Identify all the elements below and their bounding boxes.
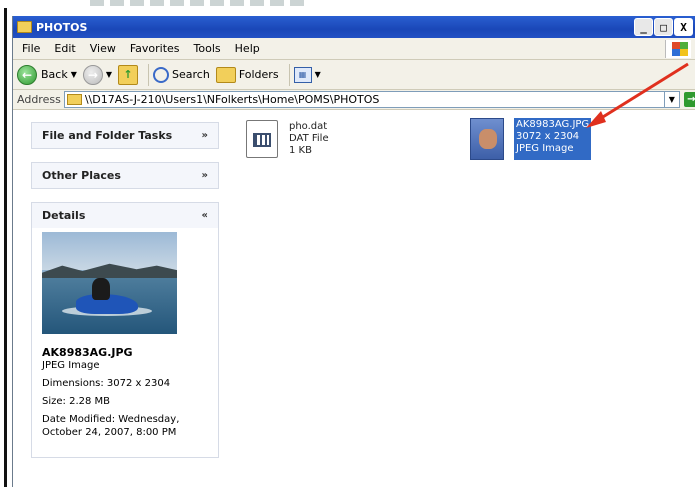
- dat-file-icon: [246, 120, 278, 158]
- details-title: Details: [42, 209, 86, 222]
- file-item[interactable]: pho.dat DAT File 1 KB: [246, 120, 331, 158]
- file-size: 1 KB: [289, 145, 312, 156]
- title-bar[interactable]: PHOTOS _ □ X: [13, 16, 695, 38]
- window-title: PHOTOS: [36, 20, 88, 34]
- jpeg-thumbnail-icon: [470, 118, 504, 160]
- chevron-down-icon: ▼: [70, 70, 77, 79]
- file-name: AK8983AG.JPG: [516, 119, 590, 130]
- search-button[interactable]: Search: [153, 66, 210, 83]
- forward-arrow-icon: →: [82, 64, 103, 85]
- details-body: AK8983AG.JPG JPEG Image Dimensions: 3072…: [32, 340, 218, 445]
- details-filename: AK8983AG.JPG: [42, 346, 133, 359]
- expand-chevron-icon[interactable]: »: [202, 170, 208, 181]
- maximize-button[interactable]: □: [654, 18, 673, 36]
- details-dimensions: Dimensions: 3072 x 2304: [42, 378, 171, 389]
- back-arrow-icon: ←: [17, 64, 37, 85]
- address-input[interactable]: \\D17AS-J-210\Users1\NFolkerts\Home\POMS…: [63, 91, 680, 108]
- search-label: Search: [172, 68, 210, 81]
- address-path: \\D17AS-J-210\Users1\NFolkerts\Home\POMS…: [84, 93, 380, 106]
- go-button[interactable]: → Go: [683, 92, 695, 107]
- menu-bar: File Edit View Favorites Tools Help: [13, 38, 695, 60]
- close-button[interactable]: X: [674, 18, 693, 36]
- window-controls: _ □ X: [634, 18, 693, 36]
- expand-chevron-icon[interactable]: »: [202, 130, 208, 141]
- chevron-down-icon: ▼: [105, 70, 113, 79]
- search-icon: [153, 66, 170, 83]
- page-top-margin: [0, 0, 695, 14]
- other-places-title: Other Places: [42, 169, 121, 182]
- file-item-selected[interactable]: AK8983AG.JPG 3072 x 2304 JPEG Image: [470, 118, 592, 160]
- file-type: JPEG Image: [516, 143, 574, 154]
- menu-tools[interactable]: Tools: [187, 42, 228, 55]
- details-size: Size: 2.28 MB: [42, 396, 111, 407]
- photo-thumbnail: [42, 232, 177, 334]
- toolbar: ← Back ▼ → ▼ ↑ Search Folders ▦ ▼: [13, 60, 695, 90]
- other-places-header[interactable]: Other Places »: [32, 163, 218, 188]
- views-button[interactable]: ▦ ▼: [293, 66, 321, 83]
- content-area: File and Folder Tasks » Other Places » D…: [13, 110, 695, 487]
- back-label: Back: [41, 68, 68, 81]
- menu-edit[interactable]: Edit: [47, 42, 82, 55]
- details-panel: Details « AK8983AG.JPG JPEG Image Dimens…: [31, 202, 219, 458]
- forward-button[interactable]: → ▼: [82, 64, 113, 85]
- folder-icon: [66, 94, 82, 105]
- menu-view[interactable]: View: [83, 42, 123, 55]
- menu-file[interactable]: File: [15, 42, 47, 55]
- address-bar: Address \\D17AS-J-210\Users1\NFolkerts\H…: [13, 90, 695, 110]
- minimize-button[interactable]: _: [634, 18, 653, 36]
- address-dropdown-button[interactable]: ▼: [663, 92, 679, 107]
- chevron-down-icon: ▼: [314, 70, 321, 79]
- up-folder-button[interactable]: ↑: [118, 64, 139, 85]
- file-info: AK8983AG.JPG 3072 x 2304 JPEG Image: [514, 118, 592, 160]
- up-folder-icon: ↑: [118, 64, 139, 85]
- scan-border: [4, 8, 7, 487]
- back-button[interactable]: ← Back ▼: [17, 64, 77, 85]
- folder-icon: [17, 21, 32, 33]
- address-label: Address: [17, 93, 61, 106]
- other-places-panel: Other Places »: [31, 162, 219, 189]
- folders-icon: [215, 66, 236, 83]
- details-filetype: JPEG Image: [42, 360, 100, 371]
- file-folder-tasks-header[interactable]: File and Folder Tasks »: [32, 123, 218, 148]
- details-modified: Date Modified: Wednesday, October 24, 20…: [42, 414, 180, 438]
- views-icon: ▦: [293, 66, 312, 83]
- scan-artifact: [90, 0, 310, 6]
- folders-label: Folders: [238, 68, 279, 81]
- menu-help[interactable]: Help: [228, 42, 267, 55]
- windows-logo-icon: [665, 40, 691, 58]
- file-info: pho.dat DAT File 1 KB: [287, 120, 331, 158]
- file-folder-tasks-panel: File and Folder Tasks »: [31, 122, 219, 149]
- details-header[interactable]: Details «: [32, 203, 218, 228]
- menu-favorites[interactable]: Favorites: [123, 42, 187, 55]
- toolbar-divider: [288, 63, 290, 86]
- file-dimensions: 3072 x 2304: [516, 131, 580, 142]
- explorer-window: PHOTOS _ □ X File Edit View Favorites To…: [12, 16, 695, 487]
- file-name: pho.dat: [289, 121, 328, 132]
- folders-button[interactable]: Folders: [215, 66, 279, 83]
- toolbar-divider: [148, 63, 150, 86]
- task-pane: File and Folder Tasks » Other Places » D…: [13, 110, 225, 487]
- file-folder-tasks-title: File and Folder Tasks: [42, 129, 173, 142]
- file-type: DAT File: [289, 133, 329, 144]
- collapse-chevron-icon[interactable]: «: [202, 210, 208, 221]
- go-arrow-icon: →: [683, 92, 695, 107]
